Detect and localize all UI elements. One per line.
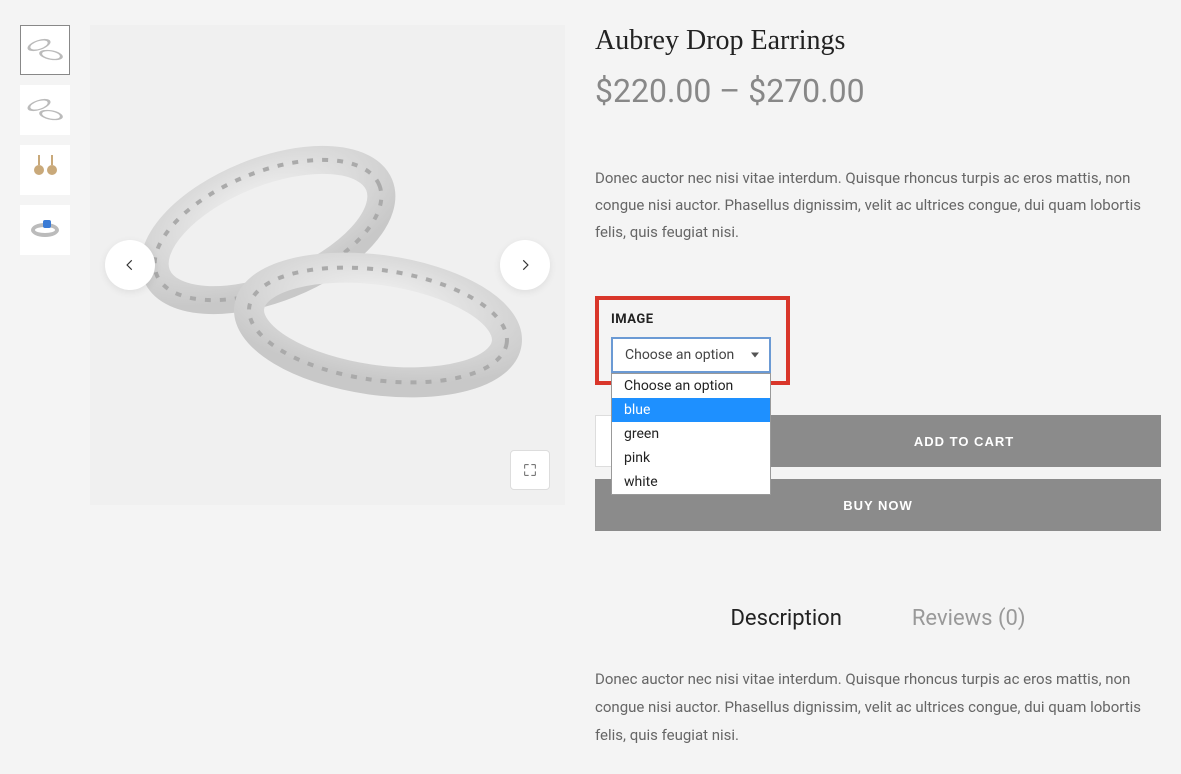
product-price: $220.00 – $270.00 [595,72,1161,110]
tab-description[interactable]: Description [730,606,841,631]
variation-option-blue[interactable]: blue [612,398,770,422]
expand-icon [522,462,538,478]
thumbnail-4[interactable] [20,205,70,255]
main-product-image [90,25,565,505]
product-rings-illustration [128,100,528,430]
thumbnail-1[interactable] [20,25,70,75]
chevron-right-icon [518,258,532,272]
gallery-next-button[interactable] [500,240,550,290]
gem-ring-icon [31,223,59,237]
variation-selected-value: Choose an option [625,347,734,363]
variation-label: IMAGE [611,312,774,327]
gallery-prev-button[interactable] [105,240,155,290]
tab-reviews[interactable]: Reviews (0) [912,606,1026,631]
product-title: Aubrey Drop Earrings [595,25,1161,57]
variation-option-green[interactable]: green [612,422,770,446]
rings-icon [27,93,63,127]
product-short-description: Donec auctor nec nisi vitae interdum. Qu… [595,165,1161,246]
variation-select-wrap: Choose an option Choose an option blue g… [611,337,774,373]
thumbnail-list [20,25,70,749]
variation-highlight-box: IMAGE Choose an option Choose an option … [595,296,790,385]
thumbnail-2[interactable] [20,85,70,135]
variation-option-white[interactable]: white [612,470,770,494]
zoom-button[interactable] [510,450,550,490]
variation-option-pink[interactable]: pink [612,446,770,470]
product-page: Aubrey Drop Earrings $220.00 – $270.00 D… [20,25,1161,749]
earrings-icon [34,165,57,175]
add-to-cart-button[interactable]: ADD TO CART [767,415,1161,467]
product-tabs: Description Reviews (0) [595,606,1161,631]
product-details: Aubrey Drop Earrings $220.00 – $270.00 D… [595,25,1161,749]
variation-select[interactable]: Choose an option [611,337,771,373]
variation-dropdown: Choose an option blue green pink white [611,373,771,495]
chevron-left-icon [123,258,137,272]
thumbnail-3[interactable] [20,145,70,195]
description-content: Donec auctor nec nisi vitae interdum. Qu… [595,666,1161,749]
rings-icon [27,33,63,67]
variation-option-placeholder[interactable]: Choose an option [612,374,770,398]
gallery-column [20,25,565,749]
